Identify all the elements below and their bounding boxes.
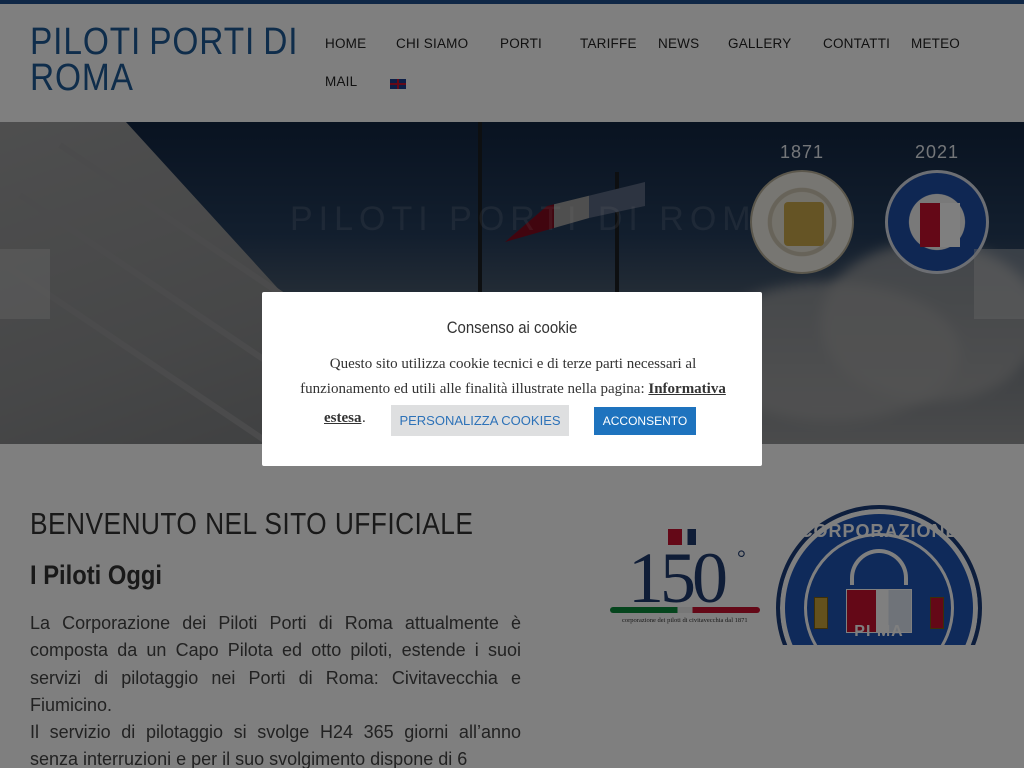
cookie-policy-link[interactable]: Informativa — [648, 381, 726, 397]
cookie-policy-link-continued[interactable]: estesa — [324, 410, 362, 427]
customize-cookies-button[interactable]: PERSONALIZZA COOKIES — [391, 405, 569, 436]
accept-cookies-button[interactable]: ACCONSENTO — [594, 407, 696, 435]
cookie-text: Questo sito utilizza cookie tecnici e di… — [292, 352, 734, 402]
cookie-text-period: . — [362, 410, 366, 426]
cookie-title: Consenso ai cookie — [446, 318, 578, 337]
cookie-consent-dialog: Consenso ai cookie Questo sito utilizza … — [262, 292, 762, 466]
cookie-body: Questo sito utilizza cookie tecnici e di… — [300, 356, 697, 397]
